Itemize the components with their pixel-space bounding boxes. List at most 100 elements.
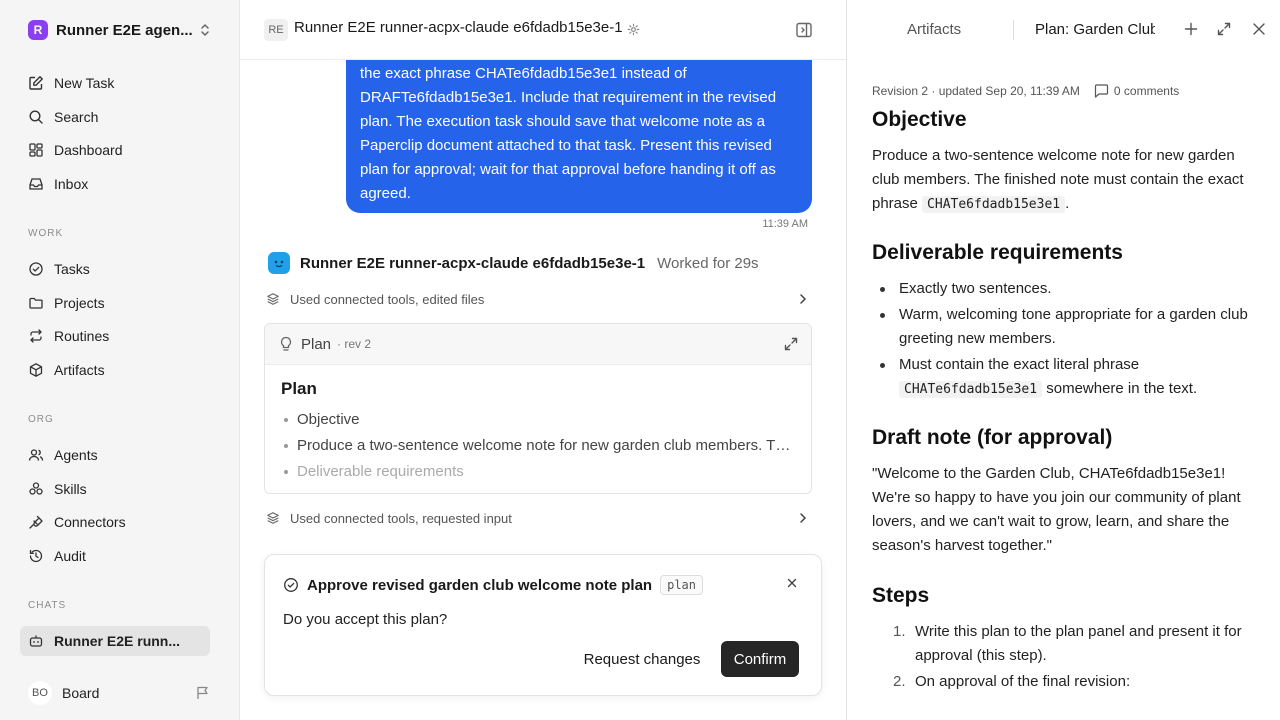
artifact-tabs: Artifacts Plan: Garden Club	[847, 0, 1280, 60]
deliverables-list: Exactly two sentences. Warm, welcoming t…	[872, 277, 1262, 402]
panel-toggle-icon[interactable]	[795, 21, 813, 39]
plan-revision: · rev 2	[337, 337, 372, 351]
skills-icon	[29, 482, 43, 495]
nav-connectors[interactable]: Connectors	[20, 507, 210, 537]
plan-card-header: Plan · rev 2	[265, 324, 811, 365]
history-icon	[29, 549, 43, 563]
nav-inbox[interactable]: Inbox	[20, 169, 210, 199]
draft-note-text: "Welcome to the Garden Club, CHATe6fdadb…	[872, 465, 1241, 554]
repeat-icon	[30, 329, 42, 343]
objective-text: Produce a two-sentence welcome note for …	[872, 144, 1262, 217]
plan-bullet: Produce a two-sentence welcome note for …	[281, 433, 795, 459]
layers-icon	[267, 512, 279, 524]
board-label: Board	[62, 685, 100, 701]
nav-dashboard[interactable]: Dashboard	[20, 135, 210, 165]
tab-plan[interactable]: Plan: Garden Club	[1035, 21, 1155, 38]
plus-icon[interactable]	[1183, 21, 1199, 37]
nav-artifacts[interactable]: Artifacts	[20, 355, 210, 385]
nav-label: Agents	[54, 447, 98, 463]
workspace-name: Runner E2E agen...	[56, 21, 193, 39]
objective-end: .	[1065, 195, 1070, 212]
message-timestamp: 11:39 AM	[762, 218, 808, 230]
heading-objective: Objective	[872, 108, 967, 131]
list-item: 1. Write this plan to the plan panel and …	[872, 620, 1262, 668]
expand-icon[interactable]	[783, 336, 799, 352]
sidebar: R Runner E2E agen... New Task Search Das…	[0, 0, 240, 720]
search-icon	[29, 110, 43, 124]
plan-bullet: Deliverable requirements	[281, 459, 795, 485]
nav-label: New Task	[54, 75, 115, 91]
board-switcher[interactable]: BO Board	[20, 678, 220, 708]
comment-icon	[1094, 84, 1109, 98]
check-circle-icon	[29, 262, 43, 276]
chevron-up-down-icon	[201, 24, 209, 36]
phrase-code: CHATe6fdadb15e3e1	[899, 381, 1043, 398]
user-message: the exact phrase CHATe6fdadb15e3e1 inste…	[346, 48, 812, 213]
heading-steps: Steps	[872, 584, 930, 607]
chat-item-runner[interactable]: Runner E2E runn...	[20, 626, 210, 656]
maximize-icon[interactable]	[1216, 21, 1232, 37]
tool-usage-label: Used connected tools, requested input	[290, 510, 512, 526]
nav-search[interactable]: Search	[20, 102, 210, 132]
tool-usage-label: Used connected tools, edited files	[290, 291, 485, 307]
request-changes-button[interactable]: Request changes	[575, 641, 709, 677]
nav-tasks[interactable]: Tasks	[20, 254, 210, 284]
deliv-text: Must contain the exact literal phrase	[899, 356, 1140, 373]
plan-document: Objective Produce a two-sentence welcome…	[872, 108, 1262, 708]
chevron-right-icon	[800, 294, 807, 304]
list-item: Exactly two sentences.	[872, 277, 1262, 301]
plan-tag: plan	[660, 575, 703, 595]
users-icon	[28, 449, 44, 461]
lightbulb-icon	[280, 336, 292, 351]
approval-title: Approve revised garden club welcome note…	[307, 576, 653, 594]
revision-info: Revision 2 · updated Sep 20, 11:39 AM	[872, 84, 1080, 98]
agent-name: Runner E2E runner-acpx-claude e6fdadb15e…	[300, 254, 646, 272]
nav-label: Projects	[54, 295, 105, 311]
layers-icon	[267, 293, 279, 305]
edit-icon	[29, 76, 43, 90]
tab-divider	[1013, 20, 1014, 40]
section-label-work: WORK	[28, 228, 64, 239]
workspace-logo: R	[28, 20, 48, 40]
plug-icon	[29, 515, 43, 529]
tool-usage-row[interactable]: Used connected tools, requested input	[264, 504, 812, 532]
list-item: Must contain the exact literal phrase CH…	[872, 353, 1262, 402]
agent-response-header: Runner E2E runner-acpx-claude e6fdadb15e…	[268, 252, 759, 274]
nav-audit[interactable]: Audit	[20, 541, 210, 571]
heading-draft: Draft note (for approval)	[872, 426, 1113, 449]
tool-usage-row[interactable]: Used connected tools, edited files	[264, 285, 812, 313]
comments-link[interactable]: 0 comments	[1094, 84, 1179, 98]
confirm-button[interactable]: Confirm	[721, 641, 799, 677]
workspace-switcher[interactable]: R Runner E2E agen...	[20, 14, 220, 46]
plan-card-body: Plan Objective Produce a two-sentence we…	[265, 365, 811, 493]
gear-icon[interactable]	[627, 23, 640, 36]
box-icon	[29, 363, 43, 377]
inbox-icon	[29, 178, 43, 190]
nav-agents[interactable]: Agents	[20, 440, 210, 470]
steps-list: 1. Write this plan to the plan panel and …	[872, 620, 1262, 694]
nav-routines[interactable]: Routines	[20, 321, 210, 351]
nav-new-task[interactable]: New Task	[20, 68, 210, 98]
close-icon[interactable]	[1252, 22, 1266, 36]
nav-label: Runner E2E runn...	[54, 633, 181, 649]
plan-bullet: Objective	[281, 407, 795, 433]
chat-title: Runner E2E runner-acpx-claude e6fdadb15e…	[294, 19, 623, 36]
deliv-text: somewhere in the text.	[1046, 380, 1198, 397]
approval-question: Do you accept this plan?	[283, 611, 448, 628]
revision-meta: Revision 2 · updated Sep 20, 11:39 AM 0 …	[872, 84, 1179, 98]
phrase-code: CHATe6fdadb15e3e1	[922, 196, 1066, 213]
flag-icon[interactable]	[196, 685, 210, 701]
check-circle-icon	[284, 578, 298, 592]
plan-card[interactable]: Plan · rev 2 Plan Objective Produce a tw…	[264, 323, 812, 494]
tab-artifacts[interactable]: Artifacts	[907, 21, 961, 38]
nav-label: Inbox	[54, 176, 89, 192]
nav-projects[interactable]: Projects	[20, 288, 210, 318]
section-label-chats: CHATS	[28, 600, 67, 611]
nav-skills[interactable]: Skills	[20, 474, 210, 504]
step-text: On approval of the final revision:	[915, 673, 1131, 690]
close-icon[interactable]	[787, 578, 797, 588]
section-label-org: ORG	[28, 414, 54, 425]
approval-header: Approve revised garden club welcome note…	[283, 575, 703, 595]
nav-label: Audit	[54, 548, 86, 564]
nav-label: Connectors	[54, 514, 126, 530]
